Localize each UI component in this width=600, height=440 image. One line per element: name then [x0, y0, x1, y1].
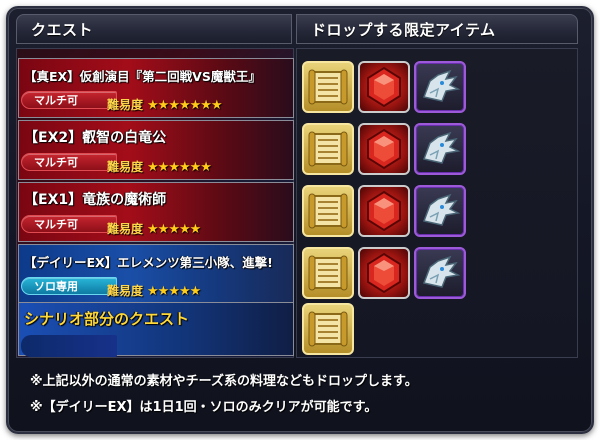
- dragon-head-icon[interactable]: [414, 247, 466, 299]
- drop-items-row-1: [300, 58, 578, 118]
- dragon-head-icon[interactable]: [414, 61, 466, 113]
- dragon-head-icon[interactable]: [414, 185, 466, 237]
- header-quest: クエスト: [16, 14, 292, 44]
- solo-badge: ソロ専用: [21, 277, 117, 295]
- difficulty-label: 難易度: [107, 284, 144, 298]
- drop-items-scenario: [300, 300, 578, 360]
- drop-items-row-3: [300, 182, 578, 242]
- quest-title: 【EX1】竜族の魔術師: [24, 192, 167, 208]
- note-1: ※上記以外の通常の素材やチーズ系の料理などもドロップします。: [30, 374, 418, 389]
- red-gem-icon[interactable]: [358, 247, 410, 299]
- difficulty: 難易度 ★★★★★★: [107, 158, 212, 175]
- quest-row-ex2[interactable]: 【EX2】叡智の白竜公 マルチ可 難易度 ★★★★★★: [18, 120, 294, 180]
- red-gem-icon[interactable]: [358, 61, 410, 113]
- multi-badge: マルチ可: [21, 153, 117, 171]
- quest-row-ex1[interactable]: 【EX1】竜族の魔術師 マルチ可 難易度 ★★★★★: [18, 182, 294, 242]
- difficulty-stars: ★★★★★★★: [147, 98, 223, 113]
- scenario-strip: [21, 335, 117, 357]
- gold-scroll-icon[interactable]: [302, 61, 354, 113]
- drop-items-row-2: [300, 120, 578, 180]
- red-gem-icon[interactable]: [358, 185, 410, 237]
- gold-scroll-icon[interactable]: [302, 247, 354, 299]
- difficulty: 難易度 ★★★★★★★: [107, 96, 223, 113]
- difficulty: 難易度 ★★★★★: [107, 220, 201, 237]
- difficulty-stars: ★★★★★: [147, 284, 201, 299]
- quest-row-shin-ex[interactable]: 【真EX】仮創演目『第二回戦VS魔獣王』 マルチ可 難易度 ★★★★★★★: [18, 58, 294, 118]
- difficulty-stars: ★★★★★★: [147, 160, 212, 175]
- quest-title: 【EX2】叡智の白竜公: [24, 130, 167, 146]
- gold-scroll-icon[interactable]: [302, 123, 354, 175]
- quest-title: 【デイリーEX】エレメンツ第三小隊、進撃!: [24, 255, 273, 270]
- dragon-head-icon[interactable]: [414, 123, 466, 175]
- drop-items-row-4: [300, 244, 578, 304]
- multi-badge: マルチ可: [21, 215, 117, 233]
- gold-scroll-icon[interactable]: [302, 185, 354, 237]
- quest-row-scenario[interactable]: シナリオ部分のクエスト: [18, 302, 294, 357]
- difficulty-stars: ★★★★★: [147, 222, 201, 237]
- multi-badge: マルチ可: [21, 91, 117, 109]
- difficulty-label: 難易度: [107, 222, 144, 236]
- quest-row-daily-ex[interactable]: 【デイリーEX】エレメンツ第三小隊、進撃! ソロ専用 難易度 ★★★★★: [18, 244, 294, 304]
- quest-title: 【真EX】仮創演目『第二回戦VS魔獣王』: [24, 69, 261, 84]
- difficulty: 難易度 ★★★★★: [107, 282, 201, 299]
- difficulty-label: 難易度: [107, 160, 144, 174]
- red-gem-icon[interactable]: [358, 123, 410, 175]
- note-2: ※【デイリーEX】は1日1回・ソロのみクリアが可能です。: [30, 400, 378, 415]
- gold-scroll-icon[interactable]: [302, 303, 354, 355]
- difficulty-label: 難易度: [107, 98, 144, 112]
- header-drops: ドロップする限定アイテム: [296, 14, 578, 44]
- scenario-title: シナリオ部分のクエスト: [24, 310, 190, 328]
